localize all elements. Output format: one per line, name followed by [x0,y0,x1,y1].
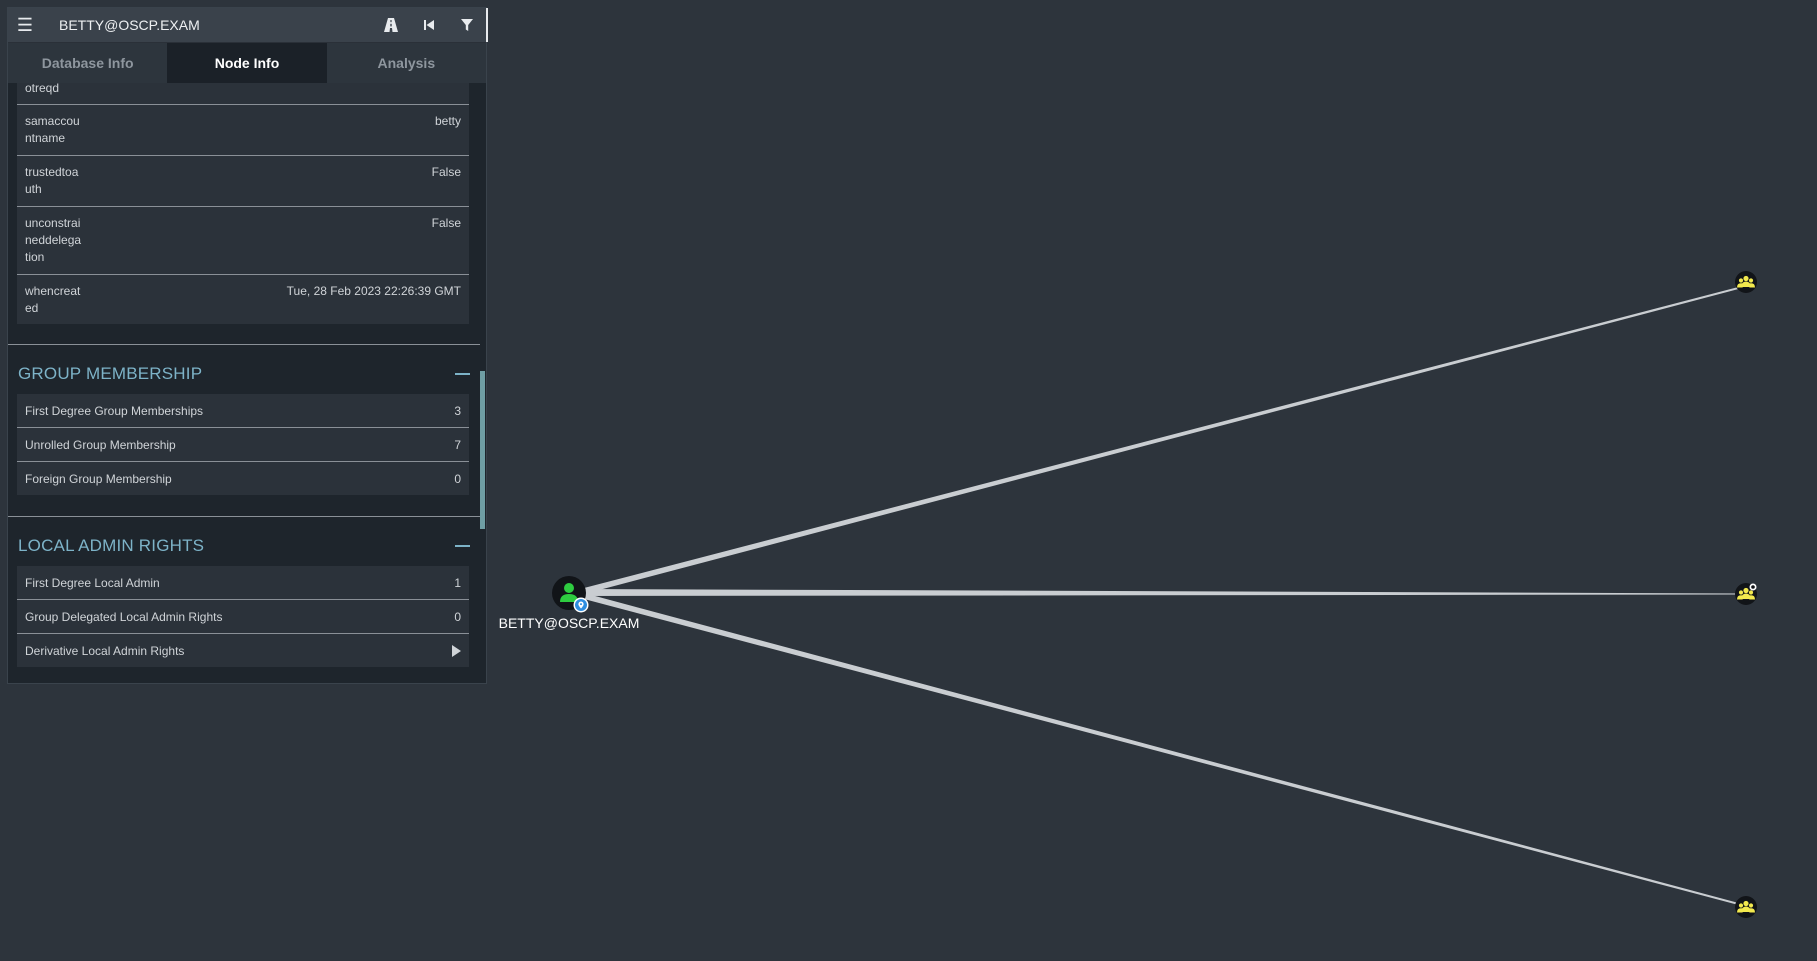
edge-to-group-1[interactable] [584,285,1746,594]
stat-label: Derivative Local Admin Rights [25,644,185,658]
stat-label: Group Delegated Local Admin Rights [25,610,223,624]
section-divider [8,516,480,517]
stat-label: First Degree Group Memberships [25,404,204,418]
property-key: whencreat ed [25,284,81,315]
stat-label: Unrolled Group Membership [25,438,176,452]
stat-value: 7 [454,438,461,452]
group-node[interactable] [1735,271,1757,293]
menu-button[interactable]: ☰ [8,8,42,42]
group-node[interactable] [1735,583,1757,605]
node-properties-table: otreqd samaccou ntname betty trustedtoa … [17,83,469,324]
group-membership-title: GROUP MEMBERSHIP [18,364,203,383]
tab-node-info[interactable]: Node Info [167,43,327,83]
tab-analysis[interactable]: Analysis [327,43,486,83]
graph-edges [584,285,1746,907]
property-value: Tue, 28 Feb 2023 22:26:39 GMT [286,284,461,298]
stat-row-foreign-groups[interactable]: Foreign Group Membership 0 [17,462,469,495]
panel-scrollbar[interactable] [480,371,485,529]
road-icon [384,18,398,32]
section-divider [8,344,480,345]
property-row: whencreat ed Tue, 28 Feb 2023 22:26:39 G… [17,275,469,324]
property-row: unconstrai neddelega tion False [17,207,469,275]
property-key: otreqd [25,83,60,95]
tab-database-info[interactable]: Database Info [8,43,167,83]
panel-tabs: Database Info Node Info Analysis [8,43,486,83]
property-row: otreqd [17,83,469,105]
search-bar: ☰ BETTY@OSCP.EXAM [8,8,488,43]
property-value: betty [434,114,461,128]
high-value-badge-icon [1749,583,1757,591]
filter-button[interactable] [448,8,486,42]
property-key: samaccou ntname [25,114,80,145]
property-value: False [431,216,461,230]
local-admin-title: LOCAL ADMIN RIGHTS [18,536,205,555]
stat-row-first-degree-admin[interactable]: First Degree Local Admin 1 [17,566,469,600]
group-node[interactable] [1735,896,1757,918]
filter-icon [461,19,473,31]
user-node[interactable] [552,576,589,613]
user-node-label: BETTY@OSCP.EXAM [499,615,640,631]
stat-row-unrolled-groups[interactable]: Unrolled Group Membership 7 [17,428,469,462]
property-key: trustedtoa uth [25,165,79,196]
search-input[interactable]: BETTY@OSCP.EXAM [59,17,372,33]
stat-row-derivative-admin[interactable]: Derivative Local Admin Rights [17,634,469,667]
local-admin-collapse-button[interactable] [455,545,470,547]
hamburger-icon: ☰ [16,14,34,35]
back-button[interactable] [410,8,448,42]
edge-to-group-3[interactable] [584,593,1746,907]
property-row: trustedtoa uth False [17,156,469,207]
search-bar-edge [486,8,488,42]
stat-value: 3 [454,404,461,418]
property-row: samaccou ntname betty [17,105,469,156]
node-info-panel: ☰ BETTY@OSCP.EXAM Database Info Node Inf… [7,7,488,684]
stat-row-first-degree-groups[interactable]: First Degree Group Memberships 3 [17,394,469,428]
stat-label: Foreign Group Membership [25,472,172,486]
pin-icon [573,597,589,613]
panel-body: otreqd samaccou ntname betty trustedtoa … [8,83,486,683]
step-backward-icon [424,20,434,30]
stat-value: 0 [454,472,461,486]
stat-value: 0 [454,610,461,624]
play-icon[interactable] [452,645,461,657]
property-key: unconstrai neddelega tion [25,216,82,264]
stat-row-group-delegated-admin[interactable]: Group Delegated Local Admin Rights 0 [17,600,469,634]
stat-value: 1 [454,576,461,590]
property-value: False [431,165,461,179]
edge-to-group-2[interactable] [584,589,1746,596]
stat-label: First Degree Local Admin [25,576,160,590]
group-membership-collapse-button[interactable] [455,373,470,375]
pathfinding-button[interactable] [372,8,410,42]
